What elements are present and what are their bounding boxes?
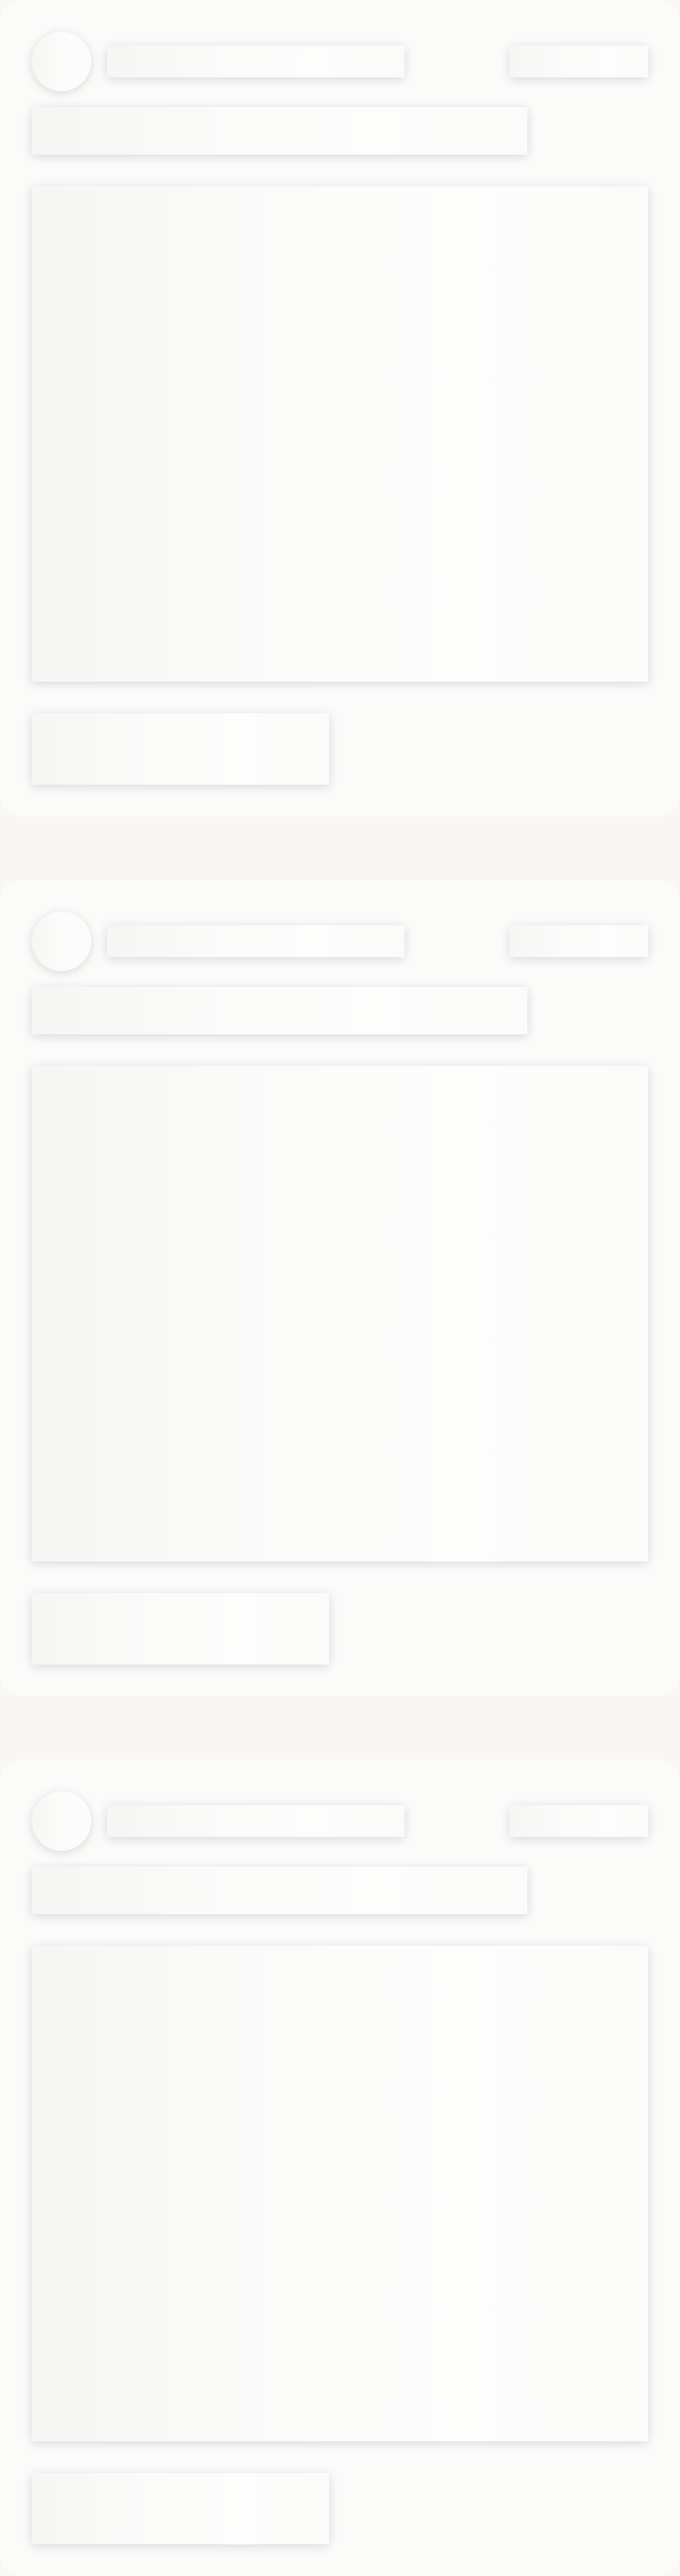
avatar-placeholder — [32, 32, 91, 91]
media-placeholder — [32, 1066, 648, 1561]
title-placeholder — [32, 1867, 527, 1914]
media-placeholder — [32, 1946, 648, 2441]
avatar-placeholder — [32, 1791, 91, 1851]
meta-tag-placeholder — [510, 46, 648, 77]
author-name-placeholder — [107, 1805, 404, 1837]
media-placeholder — [32, 186, 648, 682]
avatar-placeholder — [32, 912, 91, 971]
action-button-placeholder — [32, 713, 329, 785]
title-placeholder — [32, 107, 527, 155]
title-placeholder — [32, 987, 527, 1034]
skeleton-feed — [0, 0, 680, 2576]
action-button-placeholder — [32, 2473, 329, 2544]
skeleton-card — [0, 880, 680, 1696]
action-button-placeholder — [32, 1593, 329, 1664]
skeleton-card — [0, 1760, 680, 2576]
author-name-placeholder — [107, 46, 404, 77]
meta-tag-placeholder — [510, 1805, 648, 1837]
author-name-placeholder — [107, 925, 404, 957]
skeleton-card — [0, 0, 680, 816]
meta-tag-placeholder — [510, 925, 648, 957]
